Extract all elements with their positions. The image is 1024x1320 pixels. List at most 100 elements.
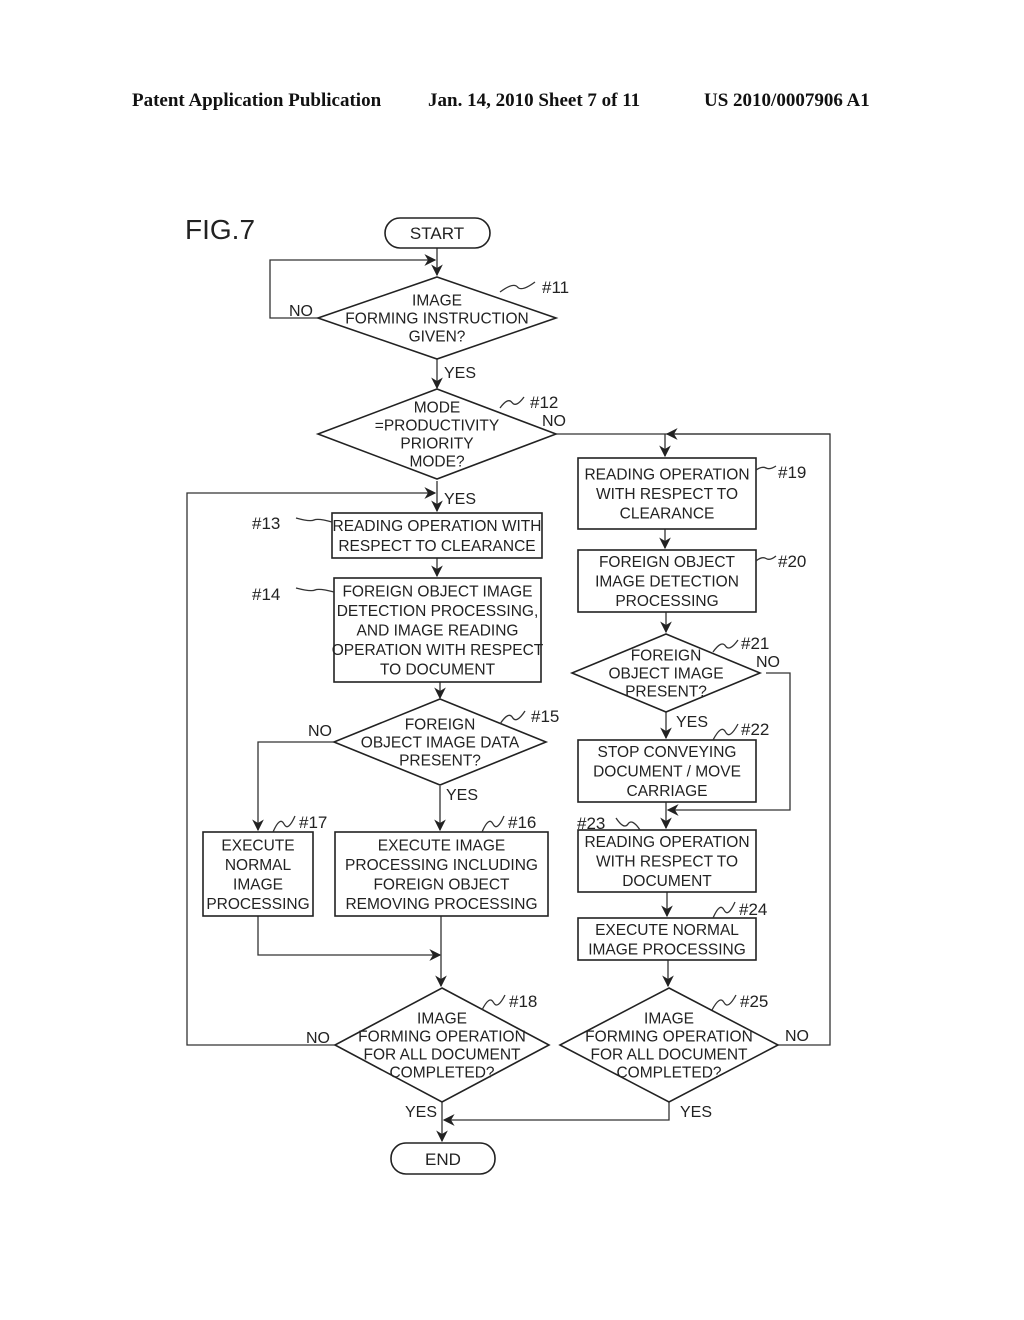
node-text-line: IMAGE <box>233 876 283 893</box>
node-text-line: RESPECT TO CLEARANCE <box>338 538 535 555</box>
node-text-line: MODE <box>414 400 461 417</box>
node-text-line: PRESENT? <box>625 684 707 701</box>
node-s17: EXECUTE NORMAL IMAGE PROCESSING #17 <box>202 813 327 917</box>
node-text-line: IMAGE PROCESSING <box>588 941 746 958</box>
node-text-line: FOREIGN OBJECT IMAGE <box>342 584 532 601</box>
step-leader-line <box>295 517 333 523</box>
node-text-line: FORMING OPERATION <box>585 1029 753 1046</box>
step-leader-line <box>499 281 536 293</box>
step-leader-line <box>711 994 737 1011</box>
step-leader-line <box>712 723 739 741</box>
node-text-line: CARRIAGE <box>627 783 708 800</box>
step-leader-line <box>755 465 777 471</box>
step-number-tag: #11 <box>542 278 569 297</box>
step-leader-line <box>499 710 526 725</box>
flowchart: START END IMAGEFORMING INSTRUCTIONGIVEN?… <box>186 217 831 1175</box>
step-leader-line <box>615 817 641 831</box>
node-text-line: READING OPERATION <box>584 467 749 484</box>
node-text-line: DETECTION PROCESSING, <box>337 603 539 620</box>
node-text-line: COMPLETED? <box>389 1065 494 1082</box>
node-s11: IMAGEFORMING INSTRUCTIONGIVEN? #11 <box>315 276 569 360</box>
node-s15: FOREIGNOBJECT IMAGE DATAPRESENT? #15 <box>331 698 559 786</box>
node-text-line: IMAGE DETECTION <box>595 574 739 591</box>
step-number-tag: #14 <box>252 585 280 604</box>
node-text-line: STOP CONVEYING <box>598 744 737 761</box>
node-text-line: FOR ALL DOCUMENT <box>590 1047 748 1064</box>
node-text-line: COMPLETED? <box>616 1065 721 1082</box>
step-leader-line <box>499 396 525 409</box>
step-leader-line <box>712 639 739 653</box>
end-label: END <box>425 1150 461 1169</box>
step-number-tag: #13 <box>252 514 280 533</box>
step-leader-line <box>712 901 736 919</box>
node-s20: FOREIGN OBJECT IMAGE DETECTION PROCESSING #… <box>577 549 806 613</box>
node-text-line: GIVEN? <box>409 329 466 346</box>
node-text-line: FORMING OPERATION <box>358 1029 526 1046</box>
node-text-line: WITH RESPECT TO <box>596 486 738 503</box>
s25-yes-label: YES <box>680 1104 712 1121</box>
node-text-line: PROCESSING INCLUDING <box>345 857 538 874</box>
node-text-line: AND IMAGE READING <box>357 623 519 640</box>
start-terminal: START <box>384 217 491 249</box>
node-text-line: DOCUMENT <box>622 873 712 890</box>
step-leader-line <box>481 815 505 833</box>
step-number-tag: #12 <box>530 393 558 412</box>
node-text-line: PRIORITY <box>400 436 473 453</box>
node-s19: READING OPERATION WITH RESPECT TO CLEARANC… <box>577 457 806 530</box>
node-s18: IMAGEFORMING OPERATIONFOR ALL DOCUMENTCO… <box>333 987 551 1103</box>
node-text-line: =PRODUCTIVITY <box>375 418 499 435</box>
edge-s18-no-loop <box>186 487 437 1046</box>
s21-yes-label: YES <box>676 714 708 731</box>
s12-no-label: NO <box>542 413 566 430</box>
node-text-line: FOREIGN OBJECT <box>599 554 736 571</box>
step-leader-line <box>755 555 777 562</box>
step-leader-line <box>295 587 335 593</box>
node-text-line: FORMING INSTRUCTION <box>345 311 528 328</box>
node-text-line: IMAGE <box>412 293 462 310</box>
s25-no-label: NO <box>785 1028 809 1045</box>
s11-yes-label: YES <box>444 365 476 382</box>
s11-no-label: NO <box>289 303 313 320</box>
node-text-line: DOCUMENT / MOVE <box>593 764 741 781</box>
node-text-line: EXECUTE IMAGE <box>378 837 505 854</box>
node-text-line: OPERATION WITH RESPECT <box>332 642 544 659</box>
step-number-tag: #24 <box>739 900 767 919</box>
node-s12: MODE=PRODUCTIVITYPRIORITYMODE? #12 <box>315 388 558 480</box>
node-text-line: READING OPERATION WITH <box>333 518 542 535</box>
node-s25: IMAGEFORMING OPERATIONFOR ALL DOCUMENTCO… <box>558 987 780 1103</box>
node-text-line: FOREIGN OBJECT <box>373 876 510 893</box>
node-s21: FOREIGNOBJECT IMAGEPRESENT? #21 <box>569 633 769 713</box>
step-number-tag: #19 <box>778 463 806 482</box>
node-text-line: IMAGE <box>417 1011 467 1028</box>
end-terminal: END <box>390 1142 496 1175</box>
node-text-line: FOREIGN <box>405 717 476 734</box>
s18-yes-label: YES <box>405 1104 437 1121</box>
step-number-tag: #21 <box>741 634 769 653</box>
node-text-line: REMOVING PROCESSING <box>345 896 537 913</box>
node-text-line: IMAGE <box>644 1011 694 1028</box>
node-text-line: CLEARANCE <box>620 506 715 523</box>
step-number-tag: #22 <box>741 720 769 739</box>
step-number-tag: #25 <box>740 992 768 1011</box>
s15-yes-label: YES <box>446 787 478 804</box>
s18-no-label: NO <box>306 1030 330 1047</box>
step-number-tag: #18 <box>509 992 537 1011</box>
step-leader-line <box>481 994 506 1011</box>
edge-s17-merge <box>257 916 442 961</box>
node-s13: READING OPERATION WITH RESPECT TO CLEARAN… <box>252 512 543 559</box>
node-text-line: TO DOCUMENT <box>380 662 496 679</box>
step-number-tag: #23 <box>577 814 605 833</box>
s21-no-label: NO <box>756 654 780 671</box>
node-text-line: PROCESSING <box>206 896 309 913</box>
node-text-line: WITH RESPECT TO <box>596 854 738 871</box>
step-number-tag: #17 <box>299 813 327 832</box>
node-text-line: OBJECT IMAGE <box>608 666 723 683</box>
node-s14: FOREIGN OBJECT IMAGE DETECTION PROCESSING… <box>252 577 544 683</box>
node-text-line: OBJECT IMAGE DATA <box>361 735 520 752</box>
node-text-line: EXECUTE NORMAL <box>595 922 739 939</box>
node-s24: EXECUTE NORMAL IMAGE PROCESSING #24 <box>577 900 767 961</box>
edge-s25-yes <box>442 1102 670 1126</box>
node-text-line: PRESENT? <box>399 753 481 770</box>
start-label: START <box>410 224 464 243</box>
step-number-tag: #20 <box>778 552 806 571</box>
